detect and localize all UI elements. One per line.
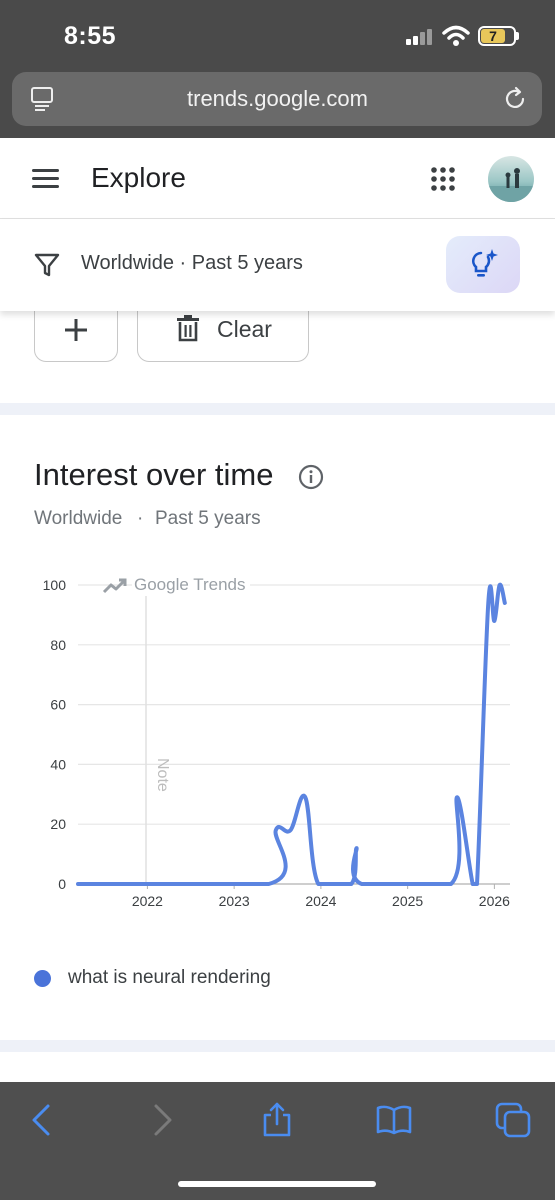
home-indicator: [178, 1181, 376, 1187]
watermark-text: Google Trends: [134, 575, 246, 594]
share-icon[interactable]: [259, 1102, 295, 1138]
plus-icon: [65, 319, 87, 341]
status-time: 8:55: [64, 22, 117, 50]
forward-icon[interactable]: [144, 1102, 180, 1138]
lightbulb-sparkle-icon: [472, 249, 498, 277]
page-title: Explore: [91, 162, 186, 193]
legend-label: what is neural rendering: [68, 967, 271, 988]
note-label[interactable]: Note: [154, 758, 171, 792]
address-text[interactable]: trends.google.com: [0, 72, 555, 126]
menu-icon[interactable]: [32, 166, 60, 190]
trends-watermark: Google Trends: [102, 574, 250, 596]
x-tick-label: 2026: [479, 893, 510, 909]
y-tick-label: 100: [43, 577, 67, 593]
avatar[interactable]: [488, 156, 534, 202]
section-divider-bottom: [0, 1040, 555, 1052]
bookmarks-icon[interactable]: [376, 1102, 412, 1138]
section-divider: [0, 403, 555, 415]
period-label: Past 5 years: [155, 508, 261, 529]
x-tick-label: 2024: [305, 893, 336, 909]
series-line-what-is-neural-rendering[interactable]: [76, 582, 507, 886]
region-label: Worldwide: [34, 508, 123, 529]
y-tick-label: 80: [50, 637, 66, 653]
x-tick-label: 2022: [132, 893, 163, 909]
subtitle-separator: ·: [137, 508, 144, 529]
back-icon[interactable]: [24, 1102, 60, 1138]
x-tick-label: 2025: [392, 893, 423, 909]
y-tick-label: 20: [50, 816, 66, 832]
interest-chart[interactable]: 0 20 40 60 80 100 2022 2023 2024 2025 2026 Google…: [0, 560, 555, 920]
y-tick-label: 40: [50, 756, 66, 772]
battery-cap: [516, 32, 519, 40]
reload-icon[interactable]: [503, 86, 527, 112]
page-menu-icon[interactable]: [30, 86, 54, 112]
cellular-signal-icon: [406, 29, 432, 45]
filter-summary[interactable]: Worldwide · Past 5 years: [81, 252, 303, 275]
trash-icon: [177, 315, 199, 342]
legend-swatch: [34, 970, 51, 987]
app-header: [0, 138, 555, 219]
clear-label: Clear: [217, 316, 272, 342]
info-icon[interactable]: [298, 464, 324, 490]
wifi-icon: [442, 25, 470, 46]
y-tick-label: 60: [50, 697, 66, 713]
battery-percent: 7: [489, 28, 497, 44]
tabs-icon[interactable]: [495, 1102, 531, 1138]
apps-grid-icon[interactable]: [430, 166, 456, 192]
x-tick-label: 2023: [219, 893, 250, 909]
section-title: Interest over time: [34, 457, 274, 492]
y-tick-label: 0: [58, 876, 66, 892]
filter-icon[interactable]: [34, 252, 60, 278]
